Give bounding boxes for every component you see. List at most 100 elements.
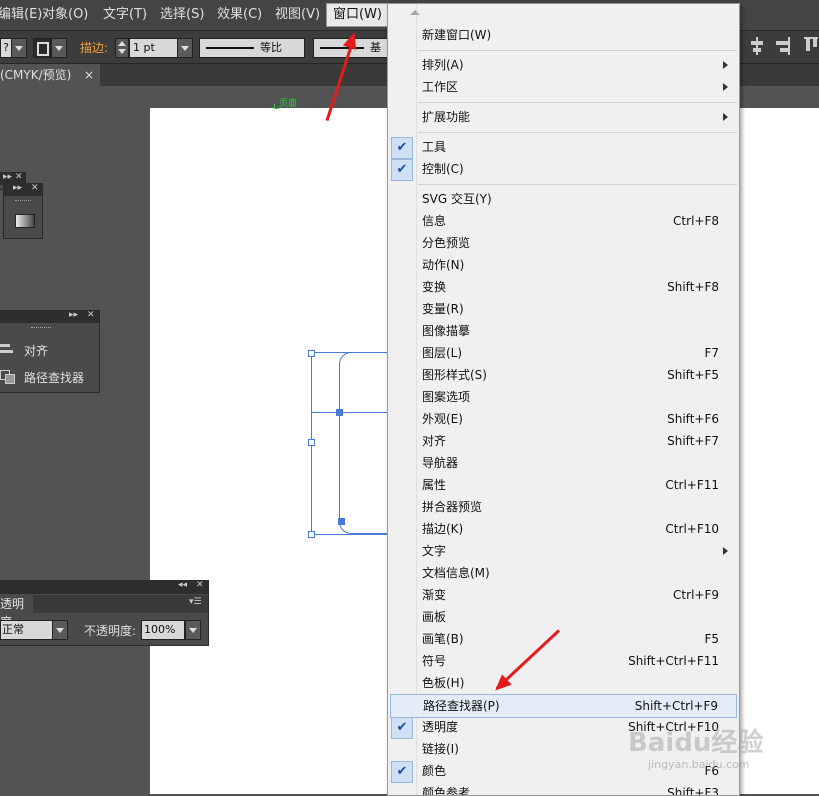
menu-item[interactable]: 画笔(B) F5 — [388, 628, 739, 650]
menu-item-label: 图层(L) — [422, 346, 463, 360]
stroke-weight-dropdown[interactable] — [177, 38, 193, 58]
document-tab[interactable]: (CMYK/预览) × — [0, 64, 100, 86]
menu-item[interactable]: 工作区 — [388, 76, 739, 98]
menu-item[interactable]: 排列(A) — [388, 54, 739, 76]
menu-separator — [418, 184, 737, 185]
menu-item[interactable]: 图像描摹 — [388, 320, 739, 342]
menu-select[interactable]: 选择(S) — [160, 0, 204, 30]
menu-item[interactable]: 变量(R) — [388, 298, 739, 320]
check-icon: ✔ — [391, 717, 413, 739]
menu-item-label: 分色预览 — [422, 236, 471, 250]
transparency-panel: ◂◂ ✕ 透明度 ▾☰ 正常 不透明度: 100% — [0, 580, 209, 646]
menu-item-label: 扩展功能 — [422, 110, 471, 124]
artboard-marker — [274, 104, 279, 109]
align-right-icon[interactable] — [776, 37, 790, 55]
menu-item[interactable]: 图案选项 — [388, 386, 739, 408]
menu-item-shortcut: Shift+F8 — [667, 280, 719, 294]
menu-item[interactable]: 拼合器预览 — [388, 496, 739, 518]
stroke-weight-input[interactable]: 1 pt — [129, 38, 178, 58]
menu-item-label: 控制(C) — [422, 162, 464, 176]
menu-view[interactable]: 视图(V) — [275, 0, 320, 30]
menu-item[interactable]: 文字 — [388, 540, 739, 562]
stroke-swatch-dropdown[interactable] — [51, 38, 67, 58]
panel-item-align[interactable]: 对齐 — [0, 340, 99, 360]
menu-item-label: 画板 — [422, 610, 447, 624]
close-icon[interactable]: × — [84, 64, 94, 86]
menu-separator — [418, 102, 737, 103]
menu-item[interactable]: 信息 Ctrl+F8 — [388, 210, 739, 232]
menu-item[interactable]: 图层(L) F7 — [388, 342, 739, 364]
menu-item-shortcut: Shift+F5 — [667, 368, 719, 382]
window-menu: 新建窗口(W) 排列(A) 工作区扩展功能 ✔ 工具 ✔ 控制(C) SVG 交互(Y) 信息 C… — [387, 3, 740, 796]
blend-mode-select[interactable]: 正常 — [0, 620, 53, 640]
menu-item[interactable]: 导航器 — [388, 452, 739, 474]
close-icon[interactable]: ✕ — [196, 580, 204, 590]
menu-item[interactable]: 对齐 Shift+F7 — [388, 430, 739, 452]
stroke-weight-stepper[interactable] — [115, 38, 129, 58]
submenu-arrow-icon — [723, 83, 728, 91]
close-icon[interactable]: ✕ — [87, 310, 95, 320]
gradient-icon[interactable] — [15, 214, 35, 228]
fill-dropdown[interactable] — [11, 38, 27, 58]
menu-item-label: 对齐 — [422, 434, 447, 448]
close-icon[interactable]: ✕ — [15, 172, 23, 182]
selected-shape[interactable] — [308, 350, 388, 538]
watermark-logo: Baidu经验 — [628, 728, 764, 758]
menu-item-shortcut: Ctrl+F8 — [673, 214, 719, 228]
check-icon: ✔ — [391, 137, 413, 159]
align-top-icon[interactable] — [804, 37, 818, 55]
menu-item[interactable]: 变换 Shift+F8 — [388, 276, 739, 298]
expand-icon[interactable]: ▸▸ — [3, 172, 12, 182]
menu-type[interactable]: 文字(T) — [103, 0, 147, 30]
menu-window[interactable]: 窗口(W) — [326, 3, 389, 27]
menu-separator — [418, 132, 737, 133]
gradient-mini-panel[interactable]: ▸▸ ✕ — [3, 183, 43, 239]
menu-effect[interactable]: 效果(C) — [217, 0, 262, 30]
menu-object[interactable]: 对象(O) — [42, 0, 88, 30]
menu-item-label: 工具 — [422, 140, 447, 154]
expand-icon[interactable]: ▸▸ — [13, 183, 22, 193]
menu-item[interactable]: 新建窗口(W) — [388, 24, 739, 46]
menu-item[interactable]: 扩展功能 — [388, 106, 739, 128]
menu-edit[interactable]: 编辑(E) — [0, 0, 42, 30]
menu-item[interactable]: ✔ 控制(C) — [388, 158, 739, 181]
align-icon[interactable] — [750, 37, 764, 55]
opacity-input[interactable]: 100% — [141, 620, 185, 640]
menu-item[interactable]: 属性 Ctrl+F11 — [388, 474, 739, 496]
collapse-icon[interactable]: ◂◂ — [178, 580, 187, 590]
watermark-url: jingyan.baidu.com — [648, 758, 750, 771]
scroll-up-icon[interactable] — [410, 10, 420, 15]
menu-item[interactable]: 文档信息(M) — [388, 562, 739, 584]
menu-item-shortcut: Shift+Ctrl+F11 — [628, 654, 719, 668]
panel-menu-icon[interactable]: ▾☰ — [189, 597, 202, 607]
menu-item-label: 排列(A) — [422, 58, 464, 72]
menu-item[interactable]: 动作(N) — [388, 254, 739, 276]
check-icon: ✔ — [391, 159, 413, 181]
panel-item-pathfinder[interactable]: 路径查找器 — [0, 367, 99, 387]
variable-width-profile[interactable]: 等比 — [199, 38, 305, 58]
menu-item-shortcut: Ctrl+F9 — [673, 588, 719, 602]
menu-item[interactable]: 画板 — [388, 606, 739, 628]
expand-icon[interactable]: ▸▸ — [69, 310, 78, 320]
menu-item[interactable]: 描边(K) Ctrl+F10 — [388, 518, 739, 540]
menu-item-label: 路径查找器(P) — [423, 699, 500, 713]
menu-item[interactable]: SVG 交互(Y) — [388, 188, 739, 210]
close-icon[interactable]: ✕ — [31, 183, 39, 193]
menu-item-label: 色板(H) — [422, 676, 465, 690]
align-icon — [0, 344, 10, 347]
menu-item[interactable]: 外观(E) Shift+F6 — [388, 408, 739, 430]
menu-item[interactable]: 渐变 Ctrl+F9 — [388, 584, 739, 606]
tab-transparency[interactable]: 透明度 — [0, 595, 33, 629]
menu-item[interactable]: 分色预览 — [388, 232, 739, 254]
menu-item[interactable]: 图形样式(S) Shift+F5 — [388, 364, 739, 386]
menu-item-label: 符号 — [422, 654, 447, 668]
menu-item-label: SVG 交互(Y) — [422, 192, 492, 206]
opacity-dropdown[interactable] — [185, 620, 201, 640]
menu-item[interactable]: 色板(H) — [388, 672, 739, 694]
blend-mode-dropdown[interactable] — [52, 620, 68, 640]
stroke-swatch[interactable] — [33, 38, 51, 58]
menu-item-label: 工作区 — [422, 80, 459, 94]
menu-item[interactable]: 路径查找器(P) Shift+Ctrl+F9 — [390, 694, 737, 718]
menu-item[interactable]: ✔ 工具 — [388, 136, 739, 159]
menu-item[interactable]: 符号 Shift+Ctrl+F11 — [388, 650, 739, 672]
